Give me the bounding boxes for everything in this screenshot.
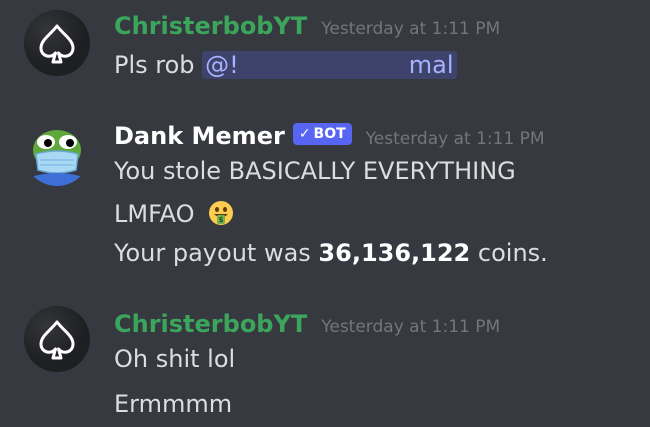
message-text: coins. [477, 239, 548, 267]
message-line: You stole BASICALLY EVERYTHING [114, 157, 516, 185]
message-text: LMFAO [114, 200, 195, 228]
avatar[interactable] [24, 120, 90, 186]
mention-start: @! [205, 51, 239, 79]
username[interactable]: ChristerbobYT [114, 310, 307, 338]
payout-amount: 36,136,122 [318, 239, 471, 267]
svg-text:$: $ [219, 216, 224, 224]
message-text: Pls rob [114, 51, 195, 79]
username[interactable]: Dank Memer [114, 122, 285, 150]
money-mouth-face-icon: $ [208, 200, 234, 232]
message-content: Pls rob @! mal [114, 51, 457, 79]
spade-icon [39, 24, 75, 64]
bot-tag-label: BOT [313, 126, 346, 142]
bot-tag: ✓ BOT [292, 123, 352, 145]
avatar[interactable] [24, 306, 90, 372]
spade-icon [39, 320, 75, 360]
message-line: Your payout was 36,136,122 coins. [114, 239, 548, 267]
verified-check-icon: ✓ [298, 126, 311, 142]
pepe-mask-icon [32, 130, 82, 186]
message-text: Your payout was [114, 239, 311, 267]
message-line: Oh shit lol [114, 345, 236, 373]
timestamp: Yesterday at 1:11 PM [321, 317, 501, 337]
message-line: Ermmmm [114, 390, 233, 418]
message-line: LMFAO $ [114, 200, 234, 232]
user-mention[interactable]: @! mal [202, 51, 457, 79]
timestamp: Yesterday at 1:11 PM [365, 129, 545, 149]
username[interactable]: ChristerbobYT [114, 12, 307, 40]
timestamp: Yesterday at 1:11 PM [321, 19, 501, 39]
avatar[interactable] [24, 10, 90, 76]
mention-end: mal [408, 51, 454, 79]
